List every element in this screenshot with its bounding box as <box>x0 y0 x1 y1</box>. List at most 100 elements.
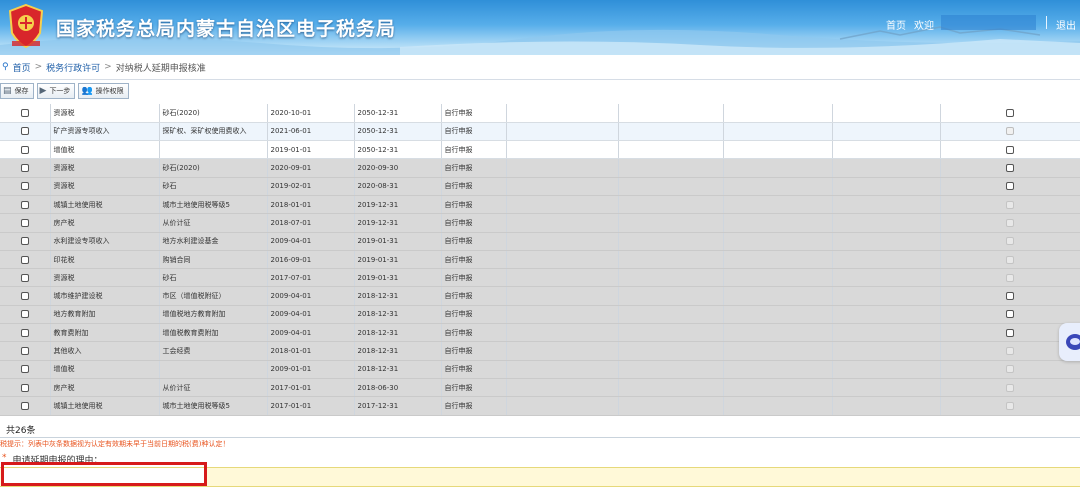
table-row[interactable]: 资源税 砂石(2020) 2020-09-01 2020-09-30 自行申报 <box>0 158 1080 178</box>
row-checkbox[interactable] <box>20 200 29 209</box>
cell-empty <box>618 140 724 160</box>
row-checkbox[interactable] <box>20 292 29 301</box>
row-select-cell[interactable] <box>0 286 51 306</box>
row-checkbox[interactable] <box>20 108 29 117</box>
table-row[interactable]: 增值税 2009-01-01 2018-12-31 自行申报 <box>0 360 1080 379</box>
table-row[interactable]: 资源税 砂石(2020) 2020-10-01 2050-12-31 自行申报 <box>0 104 1080 123</box>
delay-select-cell[interactable] <box>940 158 1080 178</box>
table-row[interactable]: 水利建设专项收入 地方水利建设基金 2009-04-01 2019-01-31 自行申报 <box>0 232 1080 251</box>
table-row[interactable]: 城镇土地使用税 城市土地使用税等级5 2017-01-01 2017-12-31 自行申… <box>0 396 1080 416</box>
row-checkbox[interactable] <box>20 127 29 136</box>
cell-empty <box>618 195 724 215</box>
cell-empty <box>618 305 724 325</box>
header-home-link[interactable]: 首页 <box>886 17 906 32</box>
table-row[interactable]: 房产税 从价计征 2017-01-01 2018-06-30 自行申报 <box>0 378 1080 398</box>
table-row[interactable]: 地方教育附加 增值税地方教育附加 2009-04-01 2018-12-31 自行申报 <box>0 305 1080 325</box>
row-select-cell[interactable] <box>0 268 51 288</box>
cell-end-date: 2018-06-30 <box>354 378 442 398</box>
delay-select-cell[interactable] <box>940 104 1080 123</box>
row-checkbox[interactable] <box>20 182 29 191</box>
row-checkbox[interactable] <box>20 383 29 392</box>
delay-checkbox[interactable] <box>1006 145 1014 154</box>
row-checkbox[interactable] <box>20 347 29 355</box>
logout-link[interactable]: 退出 <box>1056 17 1076 32</box>
cell-start-date: 2017-01-01 <box>267 396 355 416</box>
row-select-cell[interactable] <box>0 140 51 160</box>
table-row[interactable]: 房产税 从价计征 2018-07-01 2019-12-31 自行申报 <box>0 213 1080 233</box>
cell-empty <box>723 140 833 160</box>
delay-select-cell <box>940 232 1080 251</box>
table-row[interactable]: 资源税 砂石 2017-07-01 2019-01-31 自行申报 <box>0 268 1080 288</box>
row-select-cell[interactable] <box>0 122 51 142</box>
toolbar: ▤ 保存 ▶ 下一步 👥 操作权限 <box>0 83 129 100</box>
row-select-cell[interactable] <box>0 341 51 361</box>
cell-declare-method: 自行申报 <box>441 104 507 123</box>
save-icon: ▤ <box>3 86 12 96</box>
cell-empty <box>832 232 941 251</box>
row-checkbox[interactable] <box>20 164 29 173</box>
row-checkbox[interactable] <box>20 218 29 227</box>
cell-empty <box>618 341 724 361</box>
permissions-button[interactable]: 👥 操作权限 <box>78 83 129 99</box>
cell-end-date: 2050-12-31 <box>354 140 442 160</box>
delay-checkbox[interactable] <box>1006 310 1014 319</box>
table-row[interactable]: 增值税 2019-01-01 2050-12-31 自行申报 <box>0 140 1080 160</box>
delay-checkbox[interactable] <box>1006 108 1014 117</box>
cell-empty <box>832 341 941 361</box>
table-row[interactable]: 城镇土地使用税 城市土地使用税等级5 2018-01-01 2019-12-31 自行申… <box>0 195 1080 215</box>
delay-checkbox[interactable] <box>1006 292 1014 301</box>
cell-empty <box>506 378 619 398</box>
breadcrumb-home[interactable]: 首页 <box>13 61 31 74</box>
delay-select-cell[interactable] <box>940 140 1080 160</box>
delay-select-cell[interactable] <box>940 305 1080 325</box>
table-row[interactable]: 其他收入 工会经费 2018-01-01 2018-12-31 自行申报 <box>0 341 1080 361</box>
row-checkbox[interactable] <box>20 255 29 264</box>
row-select-cell[interactable] <box>0 378 51 398</box>
chat-assistant-widget[interactable] <box>1059 323 1080 361</box>
cell-tax-type: 资源税 <box>50 158 160 178</box>
cell-declare-method: 自行申报 <box>441 213 507 233</box>
tax-item-table: 资源税 砂石(2020) 2020-10-01 2050-12-31 自行申报 矿产资源专… <box>0 104 1080 416</box>
cell-empty <box>506 396 619 416</box>
cell-tax-item: 增值税教育费附加 <box>159 323 268 343</box>
table-row[interactable]: 资源税 砂石 2019-02-01 2020-08-31 自行申报 <box>0 177 1080 196</box>
row-checkbox[interactable] <box>20 145 29 154</box>
cell-empty <box>506 177 619 196</box>
delay-checkbox[interactable] <box>1006 182 1014 191</box>
next-arrow-icon: ▶ <box>39 86 47 96</box>
delay-select-cell <box>940 195 1080 215</box>
row-select-cell[interactable] <box>0 360 51 379</box>
site-title: 国家税务总局内蒙古自治区电子税务局 <box>56 18 397 40</box>
next-step-button[interactable]: ▶ 下一步 <box>36 83 76 99</box>
cell-empty <box>832 323 941 343</box>
cell-tax-type: 地方教育附加 <box>50 305 160 325</box>
row-select-cell[interactable] <box>0 104 51 123</box>
delay-checkbox[interactable] <box>1006 164 1014 173</box>
row-select-cell[interactable] <box>0 177 51 196</box>
row-select-cell[interactable] <box>0 195 51 215</box>
table-row[interactable]: 矿产资源专项收入 探矿权、采矿权使用费收入 2021-06-01 2050-12-31… <box>0 122 1080 142</box>
table-row[interactable]: 教育费附加 增值税教育费附加 2009-04-01 2018-12-31 自行申报 <box>0 323 1080 343</box>
row-select-cell[interactable] <box>0 232 51 251</box>
row-select-cell[interactable] <box>0 213 51 233</box>
row-checkbox[interactable] <box>20 401 29 410</box>
row-select-cell[interactable] <box>0 305 51 325</box>
row-checkbox[interactable] <box>20 273 29 282</box>
row-checkbox[interactable] <box>20 237 29 246</box>
row-checkbox[interactable] <box>20 365 29 374</box>
delay-select-cell[interactable] <box>940 286 1080 306</box>
delay-select-cell[interactable] <box>940 177 1080 196</box>
row-select-cell[interactable] <box>0 396 51 416</box>
table-row[interactable]: 城市维护建设税 市区（增值税附征） 2009-04-01 2018-12-31 自行申报 <box>0 286 1080 306</box>
breadcrumb-admin-permit[interactable]: 税务行政许可 <box>46 61 100 74</box>
row-select-cell[interactable] <box>0 323 51 343</box>
row-checkbox[interactable] <box>20 328 29 337</box>
row-select-cell[interactable] <box>0 158 51 178</box>
table-row[interactable]: 印花税 购销合同 2016-09-01 2019-01-31 自行申报 <box>0 250 1080 270</box>
row-select-cell[interactable] <box>0 250 51 270</box>
row-checkbox[interactable] <box>20 310 29 319</box>
header-separator <box>1046 16 1047 29</box>
record-count: 共26条 <box>6 426 36 436</box>
save-button[interactable]: ▤ 保存 <box>0 83 34 99</box>
delay-checkbox[interactable] <box>1006 328 1014 337</box>
